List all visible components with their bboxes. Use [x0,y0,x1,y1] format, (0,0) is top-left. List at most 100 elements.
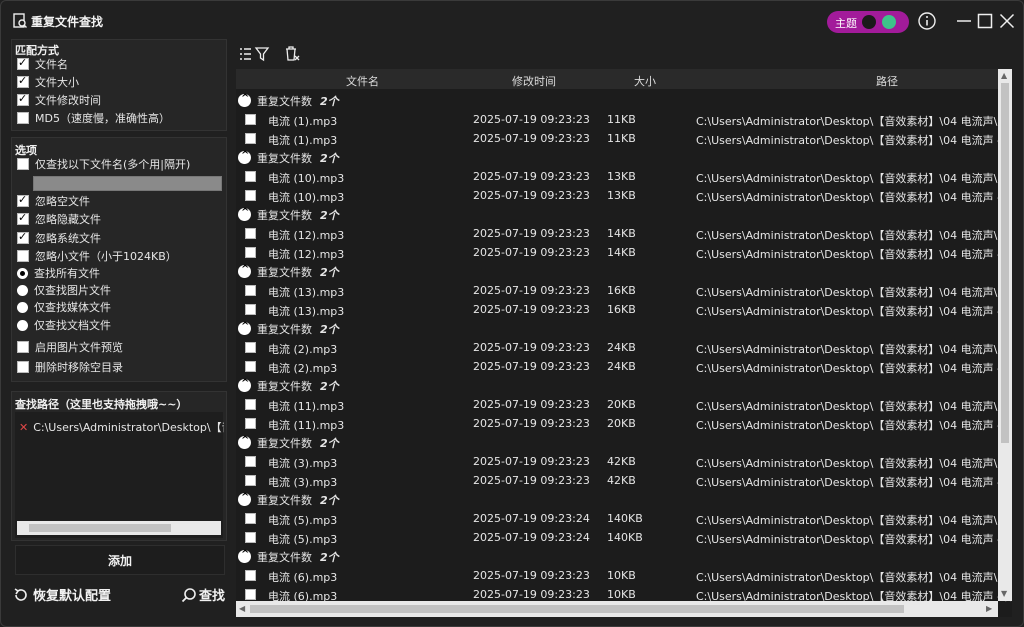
list-hscrollbar[interactable]: ◀ ▶ [236,601,998,617]
group-header[interactable]: 重复文件数 2个 [236,376,998,395]
table-row[interactable]: 电流 (10).mp3 2025-07-19 09:23:23 13KB C:\Use… [236,167,1012,186]
radio-media-files[interactable]: 仅查找媒体文件 [17,299,111,315]
filename-filter-input[interactable] [33,176,222,191]
table-row[interactable]: 电流 (5).mp3 2025-07-19 09:23:24 140KB C:\Use… [236,528,1012,547]
table-row[interactable]: 电流 (13).mp3 2025-07-19 09:23:23 16KB C:\Use… [236,300,1012,319]
checkbox[interactable] [17,74,29,88]
collapse-chevron-icon[interactable] [238,378,251,392]
scroll-up-icon[interactable]: ▲ [1001,71,1007,80]
add-path-button[interactable]: 添加 [15,545,225,575]
match-option-mtime[interactable]: 文件修改时间 [17,92,101,108]
group-header[interactable]: 重复文件数 2个 [236,490,998,509]
theme-dark-dot[interactable] [862,15,876,29]
ignore-system-option[interactable]: 忽略系统文件 [17,230,101,246]
scroll-right-icon[interactable]: ▶ [986,604,992,613]
radio-document-files[interactable]: 仅查找文档文件 [17,317,111,333]
column-header-path[interactable]: 路径 [876,73,898,89]
row-checkbox[interactable] [245,456,256,467]
theme-toggle[interactable]: 主题 [827,11,909,33]
checkbox[interactable] [17,361,29,373]
collapse-chevron-icon[interactable] [238,549,251,563]
checkbox[interactable] [17,211,29,225]
table-row[interactable]: 电流 (3).mp3 2025-07-19 09:23:23 42KB C:\User… [236,452,1012,471]
search-button[interactable]: 查找 [181,585,225,604]
only-find-option[interactable]: 仅查找以下文件名(多个用|隔开) [17,156,190,172]
match-option-md5[interactable]: MD5（速度慢，准确性高） [17,110,170,126]
collapse-chevron-icon[interactable] [238,321,251,335]
table-row[interactable]: 电流 (11).mp3 2025-07-19 09:23:23 20KB C:\Use… [236,414,1012,433]
checkbox[interactable] [17,341,29,353]
table-row[interactable]: 电流 (2).mp3 2025-07-19 09:23:23 24KB C:\User… [236,357,1012,376]
checkbox[interactable] [17,158,29,170]
table-row[interactable]: 电流 (5).mp3 2025-07-19 09:23:24 140KB C:\Use… [236,509,1012,528]
checkbox[interactable] [17,112,29,124]
table-row[interactable]: 电流 (6).mp3 2025-07-19 09:23:23 10KB C:\User… [236,566,1012,585]
close-icon[interactable] [997,11,1017,31]
radio[interactable] [17,319,28,331]
scroll-left-icon[interactable]: ◀ [239,604,245,613]
collapse-chevron-icon[interactable] [238,93,251,107]
minimize-icon[interactable] [954,11,974,31]
table-row[interactable]: 电流 (13).mp3 2025-07-19 09:23:23 16KB C:\Use… [236,281,1012,300]
row-checkbox[interactable] [245,190,256,201]
row-checkbox[interactable] [245,589,256,600]
radio[interactable] [17,301,28,313]
scroll-thumb[interactable] [1001,83,1009,443]
row-checkbox[interactable] [245,342,256,353]
table-row[interactable]: 电流 (12).mp3 2025-07-19 09:23:23 14KB C:\Use… [236,243,1012,262]
image-preview-option[interactable]: 启用图片文件预览 [17,339,123,355]
collapse-chevron-icon[interactable] [238,435,251,449]
list-vscrollbar[interactable]: ▲ ▼ [998,69,1012,601]
list-filter-icon[interactable] [239,45,271,63]
row-checkbox[interactable] [245,513,256,524]
checkbox[interactable] [17,230,29,244]
group-header[interactable]: 重复文件数 2个 [236,433,998,452]
remove-empty-dir-option[interactable]: 删除时移除空目录 [17,359,123,375]
row-checkbox[interactable] [245,361,256,372]
ignore-empty-option[interactable]: 忽略空文件 [17,193,90,209]
radio[interactable] [17,267,28,279]
row-checkbox[interactable] [245,304,256,315]
collapse-chevron-icon[interactable] [238,492,251,506]
group-header[interactable]: 重复文件数 2个 [236,91,998,110]
checkbox[interactable] [17,92,29,106]
column-header-size[interactable]: 大小 [634,73,656,89]
row-checkbox[interactable] [245,285,256,296]
column-header-name[interactable]: 文件名 [346,73,379,89]
table-row[interactable]: 电流 (12).mp3 2025-07-19 09:23:23 14KB C:\Use… [236,224,1012,243]
match-option-filesize[interactable]: 文件大小 [17,74,79,90]
checkbox[interactable] [17,193,29,207]
table-row[interactable]: 电流 (1).mp3 2025-07-19 09:23:23 11KB C:\User… [236,129,1012,148]
checkbox[interactable] [17,250,29,262]
scroll-thumb[interactable] [29,524,171,532]
row-checkbox[interactable] [245,247,256,258]
collapse-chevron-icon[interactable] [238,150,251,164]
ignore-small-option[interactable]: 忽略小文件（小于1024KB） [17,248,177,264]
reset-config-button[interactable]: 恢复默认配置 [13,585,111,604]
ignore-hidden-option[interactable]: 忽略隐藏文件 [17,211,101,227]
row-checkbox[interactable] [245,570,256,581]
match-option-filename[interactable]: 文件名 [17,56,68,72]
collapse-chevron-icon[interactable] [238,207,251,221]
table-row[interactable]: 电流 (11).mp3 2025-07-19 09:23:23 20KB C:\Use… [236,395,1012,414]
row-checkbox[interactable] [245,114,256,125]
row-checkbox[interactable] [245,228,256,239]
group-header[interactable]: 重复文件数 2个 [236,148,998,167]
column-header-mtime[interactable]: 修改时间 [512,73,556,89]
delete-icon[interactable] [283,45,301,63]
path-list-item[interactable]: ✕ C:\Users\Administrator\Desktop\【音 [19,419,224,435]
group-header[interactable]: 重复文件数 2个 [236,205,998,224]
collapse-chevron-icon[interactable] [238,264,251,278]
row-checkbox[interactable] [245,475,256,486]
theme-green-dot[interactable] [882,15,896,29]
scroll-thumb[interactable] [250,605,904,613]
checkbox[interactable] [17,56,29,70]
row-checkbox[interactable] [245,133,256,144]
row-checkbox[interactable] [245,171,256,182]
group-header[interactable]: 重复文件数 2个 [236,262,998,281]
info-icon[interactable] [917,11,937,31]
path-list-hscrollbar[interactable] [17,521,221,535]
table-row[interactable]: 电流 (2).mp3 2025-07-19 09:23:23 24KB C:\User… [236,338,1012,357]
row-checkbox[interactable] [245,532,256,543]
maximize-icon[interactable] [975,11,995,31]
